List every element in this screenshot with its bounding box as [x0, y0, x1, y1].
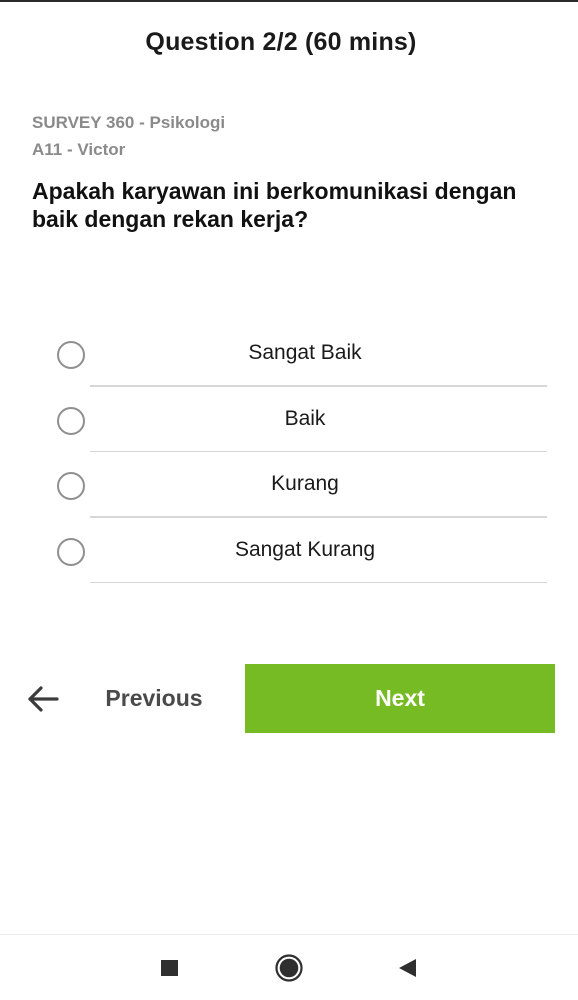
question-navigation: Previous Next	[0, 664, 578, 733]
system-navigation-bar	[0, 934, 578, 1000]
radio-button[interactable]	[57, 341, 85, 369]
circle-icon[interactable]	[274, 953, 304, 983]
option-sangat-baik[interactable]: Sangat Baik	[0, 321, 578, 387]
survey-screen: Question 2/2 (60 mins) SURVEY 360 - Psik…	[0, 0, 578, 1000]
option-label: Sangat Baik	[248, 341, 362, 364]
page-title: Question 2/2 (60 mins)	[145, 28, 417, 56]
option-label: Kurang	[271, 472, 339, 495]
option-kurang[interactable]: Kurang	[0, 452, 578, 518]
triangle-back-icon[interactable]	[392, 953, 422, 983]
square-icon[interactable]	[154, 953, 184, 983]
option-label: Baik	[284, 406, 326, 430]
next-button[interactable]: Next	[245, 664, 555, 733]
option-label: Sangat Kurang	[234, 537, 376, 561]
survey-name: SURVEY 360 - Psikologi	[32, 113, 226, 132]
radio-button[interactable]	[57, 537, 85, 566]
option-sangat-kurang[interactable]: Sangat Kurang	[0, 518, 578, 583]
option-baik[interactable]: Baik	[0, 387, 578, 452]
previous-button[interactable]: Previous	[90, 664, 218, 733]
option-divider	[90, 581, 547, 583]
survey-subject: A11 - Victor	[32, 140, 126, 159]
arrow-left-icon[interactable]	[26, 684, 60, 714]
radio-button[interactable]	[57, 472, 85, 500]
answer-options: Sangat Baik Baik Kurang Sangat Kurang	[0, 321, 578, 583]
radio-button[interactable]	[57, 406, 85, 435]
question-text: Apakah karyawan ini berkomunikasi dengan…	[32, 178, 517, 232]
top-divider	[0, 0, 578, 2]
